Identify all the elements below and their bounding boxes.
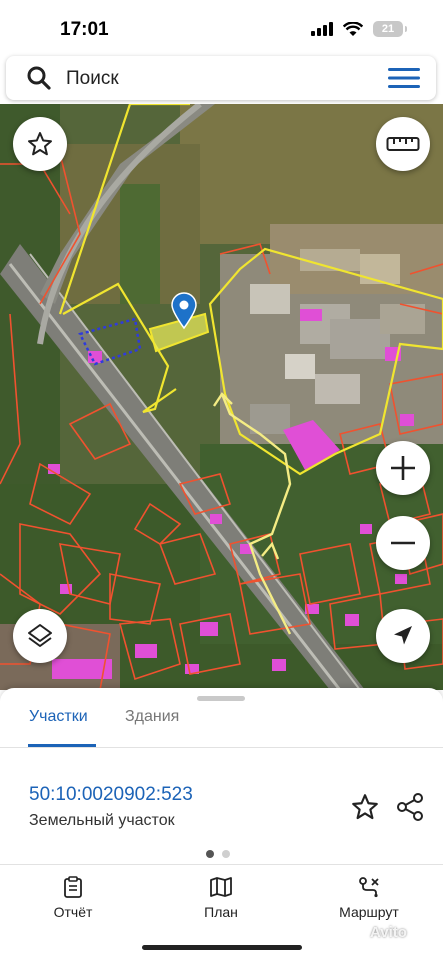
home-indicator[interactable] bbox=[142, 945, 302, 950]
zoom-in-icon bbox=[391, 456, 415, 480]
status-time: 17:01 bbox=[60, 19, 109, 40]
zoom-out-icon bbox=[391, 541, 415, 545]
zoom-out-button[interactable] bbox=[376, 516, 430, 570]
locate-me-button[interactable] bbox=[376, 609, 430, 663]
route-icon bbox=[359, 877, 379, 898]
search-bar[interactable]: Поиск bbox=[6, 56, 436, 100]
tab-buildings[interactable]: Здания bbox=[125, 708, 179, 726]
search-icon[interactable] bbox=[26, 65, 52, 91]
favorite-star-icon[interactable] bbox=[350, 792, 380, 822]
favorites-button[interactable] bbox=[13, 117, 67, 171]
pager-dot-active bbox=[206, 850, 214, 858]
report-icon bbox=[64, 876, 82, 898]
layers-button[interactable] bbox=[13, 609, 67, 663]
measure-button[interactable] bbox=[376, 117, 430, 171]
tab-parcels[interactable]: Участки bbox=[29, 708, 88, 726]
ruler-icon bbox=[386, 137, 420, 151]
battery-indicator: 21 bbox=[373, 21, 407, 37]
share-icon[interactable] bbox=[395, 792, 425, 822]
zoom-in-button[interactable] bbox=[376, 441, 430, 495]
satellite-map[interactable] bbox=[0, 104, 443, 690]
nav-plan[interactable]: План bbox=[166, 876, 276, 920]
menu-icon[interactable] bbox=[388, 67, 420, 89]
map-plan-icon bbox=[210, 877, 232, 897]
bottom-sheet: Участки Здания 50:10:0020902:523 Земельн… bbox=[0, 688, 443, 960]
star-icon bbox=[28, 132, 52, 156]
map-canvas[interactable] bbox=[0, 104, 443, 690]
location-pin-icon[interactable] bbox=[170, 292, 198, 330]
nav-route-label: Маршрут bbox=[339, 904, 399, 920]
nav-divider bbox=[0, 864, 443, 865]
nav-report[interactable]: Отчёт bbox=[18, 876, 128, 920]
cellular-signal-icon bbox=[311, 22, 333, 36]
layers-icon bbox=[28, 624, 52, 647]
nav-report-label: Отчёт bbox=[53, 904, 93, 920]
search-input[interactable]: Поиск bbox=[66, 68, 119, 90]
pager-dots bbox=[206, 850, 230, 858]
sheet-drag-handle[interactable] bbox=[197, 696, 245, 701]
tabs-divider bbox=[0, 747, 443, 748]
nav-plan-label: План bbox=[204, 904, 238, 920]
status-indicators: 21 bbox=[311, 21, 407, 37]
pager-dot bbox=[222, 850, 230, 858]
wifi-icon bbox=[343, 21, 363, 36]
locate-icon bbox=[394, 626, 412, 645]
status-bar: 17:01 21 bbox=[0, 0, 443, 54]
cadastral-number[interactable]: 50:10:0020902:523 bbox=[29, 784, 193, 806]
nav-route[interactable]: Маршрут bbox=[314, 876, 424, 920]
avito-watermark: Avito bbox=[370, 924, 407, 941]
parcel-type: Земельный участок bbox=[29, 812, 175, 829]
